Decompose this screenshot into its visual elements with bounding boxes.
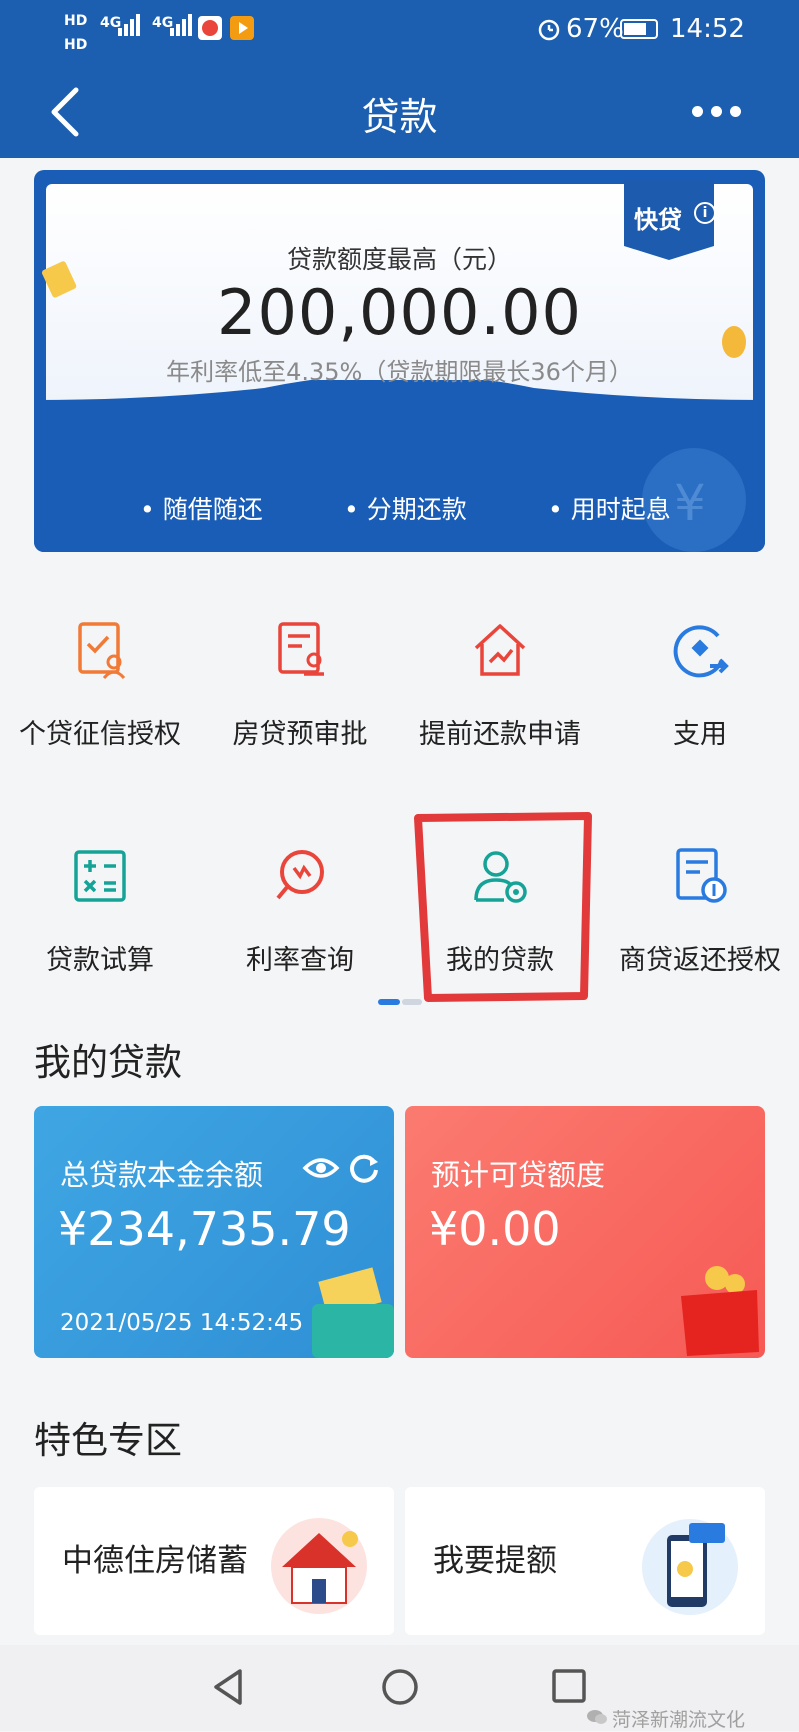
info-icon[interactable]: i [694, 202, 716, 224]
loan-calculator-icon [74, 850, 126, 902]
featured-label: 我要提额 [433, 1543, 557, 1579]
video-notification-icon [230, 16, 254, 40]
quota-note: 年利率低至4.35%（贷款期限最长36个月） [166, 358, 633, 386]
service-label: 个贷征信授权 [19, 719, 181, 750]
featured-label: 中德住房储蓄 [62, 1543, 248, 1579]
principal-label: 总贷款本金余额 [60, 1158, 264, 1192]
service-mortgage-preapproval[interactable]: 房贷预审批 [200, 620, 400, 751]
alarm-icon [536, 16, 562, 46]
hd-indicator-1: HD [64, 13, 88, 29]
service-drawdown[interactable]: 支用 [600, 620, 799, 751]
estimated-quota-card[interactable]: 预计可贷额度 ¥0.00 [405, 1106, 765, 1358]
rate-inquiry-icon [276, 850, 324, 900]
service-label: 利率查询 [246, 945, 354, 976]
refresh-icon[interactable] [348, 1152, 380, 1184]
more-options-icon[interactable] [692, 102, 752, 118]
quota-label: 贷款额度最高（元） [286, 245, 512, 274]
estimated-label: 预计可贷额度 [431, 1158, 606, 1192]
page-title: 贷款 [361, 95, 438, 139]
app-header: HD HD 4G 4G 67% 14:52 贷款 [0, 0, 799, 158]
featured-heading: 特色专区 [34, 1419, 182, 1462]
app-notification-icon [198, 16, 222, 40]
early-repayment-icon [474, 624, 526, 676]
phone-loan-icon [642, 1519, 738, 1615]
featured-card-housing-savings[interactable]: 中德住房储蓄 [34, 1487, 394, 1635]
back-nav-icon[interactable] [208, 1667, 248, 1707]
credit-authorization-icon [78, 622, 126, 680]
service-rate-inquiry[interactable]: 利率查询 [200, 846, 400, 977]
service-credit-authorization[interactable]: 个贷征信授权 [0, 620, 200, 751]
service-label: 房贷预审批 [232, 719, 368, 750]
eye-icon[interactable] [302, 1154, 340, 1182]
battery-percent: 67% [566, 14, 624, 44]
mortgage-preapproval-icon [278, 622, 324, 676]
clock-time: 14:52 [670, 14, 745, 44]
watermark-text: 菏泽新潮流文化 [612, 1709, 746, 1731]
quick-loan-banner[interactable]: ¥ 快贷 i 贷款额度最高（元） 200,000.00 年利率低至4.35%（贷… [34, 170, 765, 552]
feature-installment: • 分期还款 [344, 495, 467, 524]
service-loan-calculator[interactable]: 贷款试算 [0, 846, 200, 977]
wechat-icon [586, 1708, 608, 1726]
battery-icon [620, 19, 658, 39]
drawdown-icon [673, 625, 729, 678]
home-nav-icon[interactable] [380, 1667, 420, 1707]
quota-amount: 200,000.00 [217, 276, 582, 349]
service-label: 支用 [673, 719, 727, 750]
service-commercial-loan-refund[interactable]: 商贷返还授权 [600, 846, 799, 977]
banner-wave: ¥ [34, 380, 765, 552]
recents-nav-icon[interactable] [550, 1667, 590, 1707]
house-icon [271, 1518, 367, 1614]
principal-balance-card[interactable]: 总贷款本金余额 ¥234,735.79 2021/05/25 14:52:45 [34, 1106, 394, 1358]
service-label: 提前还款申请 [419, 719, 581, 750]
featured-card-raise-limit[interactable]: 我要提额 [405, 1487, 765, 1635]
signal-icon-2 [170, 14, 194, 42]
feature-flexible-repay: • 随借随还 [140, 495, 263, 524]
red-envelope-icon [681, 1266, 759, 1356]
my-loans-heading: 我的贷款 [34, 1041, 182, 1084]
wallet-cash-icon [312, 1267, 394, 1358]
service-early-repayment[interactable]: 提前还款申请 [400, 620, 600, 751]
commercial-loan-refund-icon [676, 848, 727, 903]
service-label: 贷款试算 [46, 945, 154, 976]
signal-icon [118, 14, 142, 42]
svg-text:¥: ¥ [674, 474, 706, 532]
hd-indicator-2: HD [64, 37, 88, 53]
service-label: 商贷返还授权 [619, 945, 781, 976]
highlight-annotation [414, 812, 592, 1002]
principal-amount: ¥234,735.79 [58, 1202, 351, 1256]
updated-time: 2021/05/25 14:52:45 [60, 1310, 304, 1336]
estimated-amount: ¥0.00 [429, 1202, 561, 1256]
feature-interest-on-use: • 用时起息 [548, 495, 671, 524]
page-indicator [378, 999, 422, 1005]
